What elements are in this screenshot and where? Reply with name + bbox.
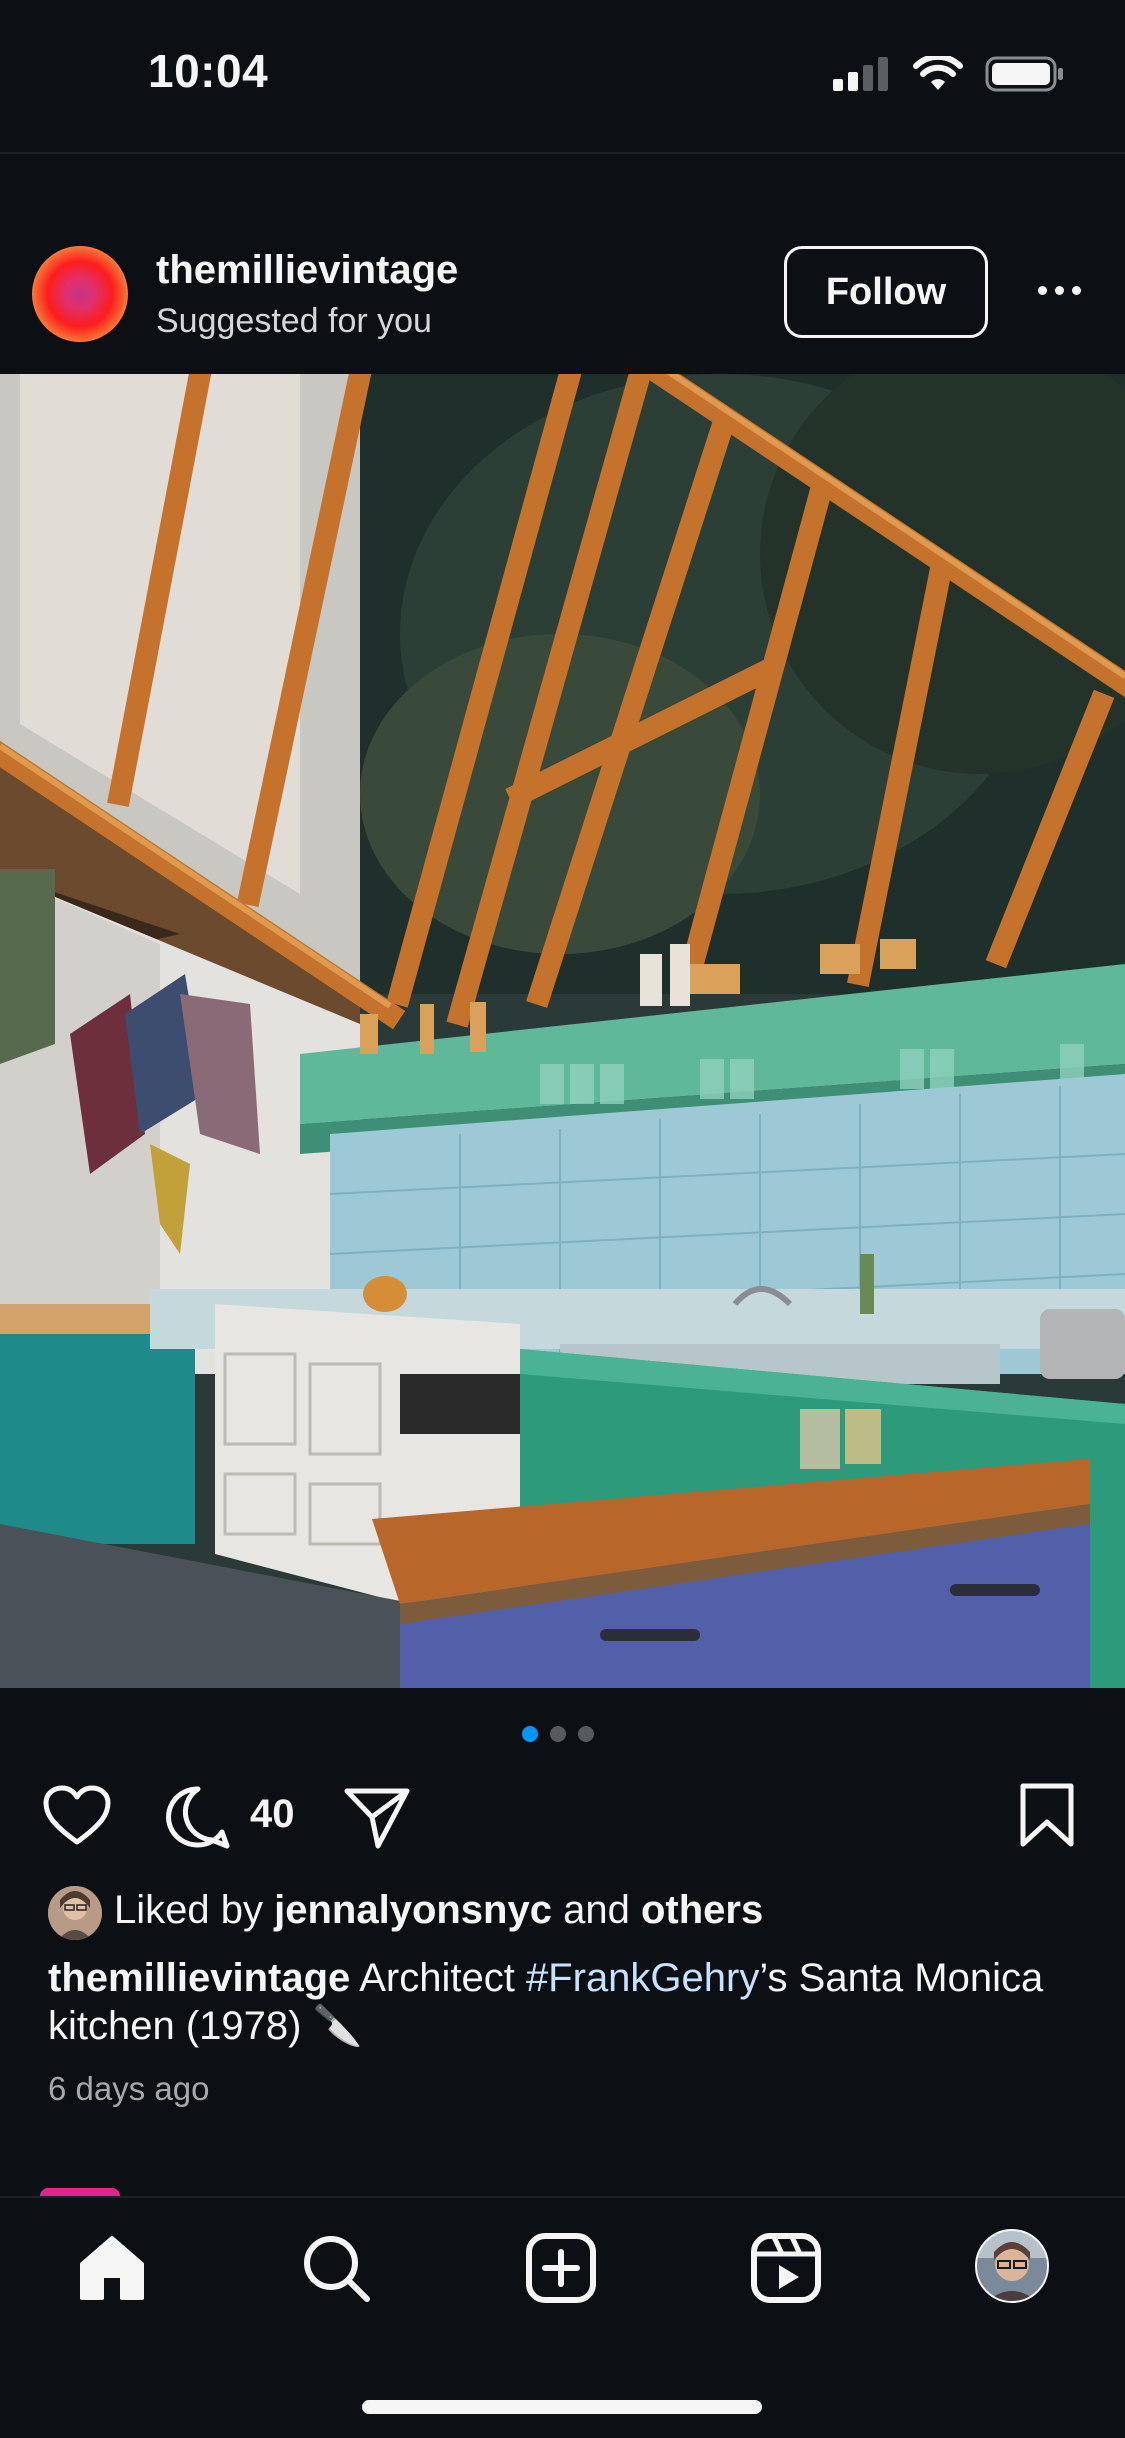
liked-by-text[interactable]: Liked by jennalyonsnyc and others — [114, 1888, 763, 1933]
carousel-dot — [522, 1726, 538, 1742]
post-caption: themillievintage Architect #FrankGehry’s… — [48, 1954, 1088, 2050]
top-divider — [0, 152, 1125, 154]
post-timestamp: 6 days ago — [48, 2070, 210, 2107]
share-send-icon[interactable] — [342, 1786, 412, 1850]
caption-text: Architect — [350, 1956, 526, 2000]
follow-button[interactable]: Follow — [784, 246, 988, 338]
post-username[interactable]: themillievintage — [156, 248, 458, 293]
home-icon[interactable] — [76, 2232, 148, 2304]
like-heart-icon[interactable] — [42, 1784, 112, 1848]
caption-hashtag[interactable]: #FrankGehry — [526, 1956, 759, 2000]
create-post-icon[interactable] — [525, 2232, 597, 2304]
search-icon[interactable] — [300, 2232, 372, 2304]
home-indicator — [362, 2400, 762, 2414]
wifi-icon — [913, 56, 963, 90]
suggested-label: Suggested for you — [156, 302, 432, 340]
reels-icon[interactable] — [750, 2232, 822, 2304]
caption-username[interactable]: themillievintage — [48, 1956, 350, 2000]
post-photo[interactable] — [0, 374, 1125, 1688]
comment-count[interactable]: 40 — [250, 1792, 295, 1837]
profile-avatar[interactable] — [974, 2228, 1050, 2304]
next-post-avatar-peek — [40, 2188, 120, 2196]
liked-by-others[interactable]: others — [641, 1888, 763, 1932]
post-author-avatar[interactable] — [32, 246, 128, 342]
carousel-indicator — [522, 1726, 594, 1742]
bookmark-icon[interactable] — [1018, 1782, 1076, 1848]
kitchen-photo-illustration — [0, 374, 1125, 1688]
liked-by-prefix: Liked by — [114, 1888, 275, 1932]
cellular-signal-icon — [833, 57, 888, 91]
carousel-dot — [578, 1726, 594, 1742]
comment-icon[interactable] — [164, 1784, 232, 1850]
liked-by-and: and — [551, 1888, 641, 1932]
liked-by-avatar[interactable] — [48, 1886, 102, 1940]
status-time: 10:04 — [148, 45, 269, 97]
more-options-icon[interactable] — [1034, 270, 1084, 310]
liked-by-user[interactable]: jennalyonsnyc — [274, 1888, 552, 1932]
battery-icon — [985, 56, 1063, 92]
carousel-dot — [550, 1726, 566, 1742]
status-icons — [833, 56, 1065, 92]
